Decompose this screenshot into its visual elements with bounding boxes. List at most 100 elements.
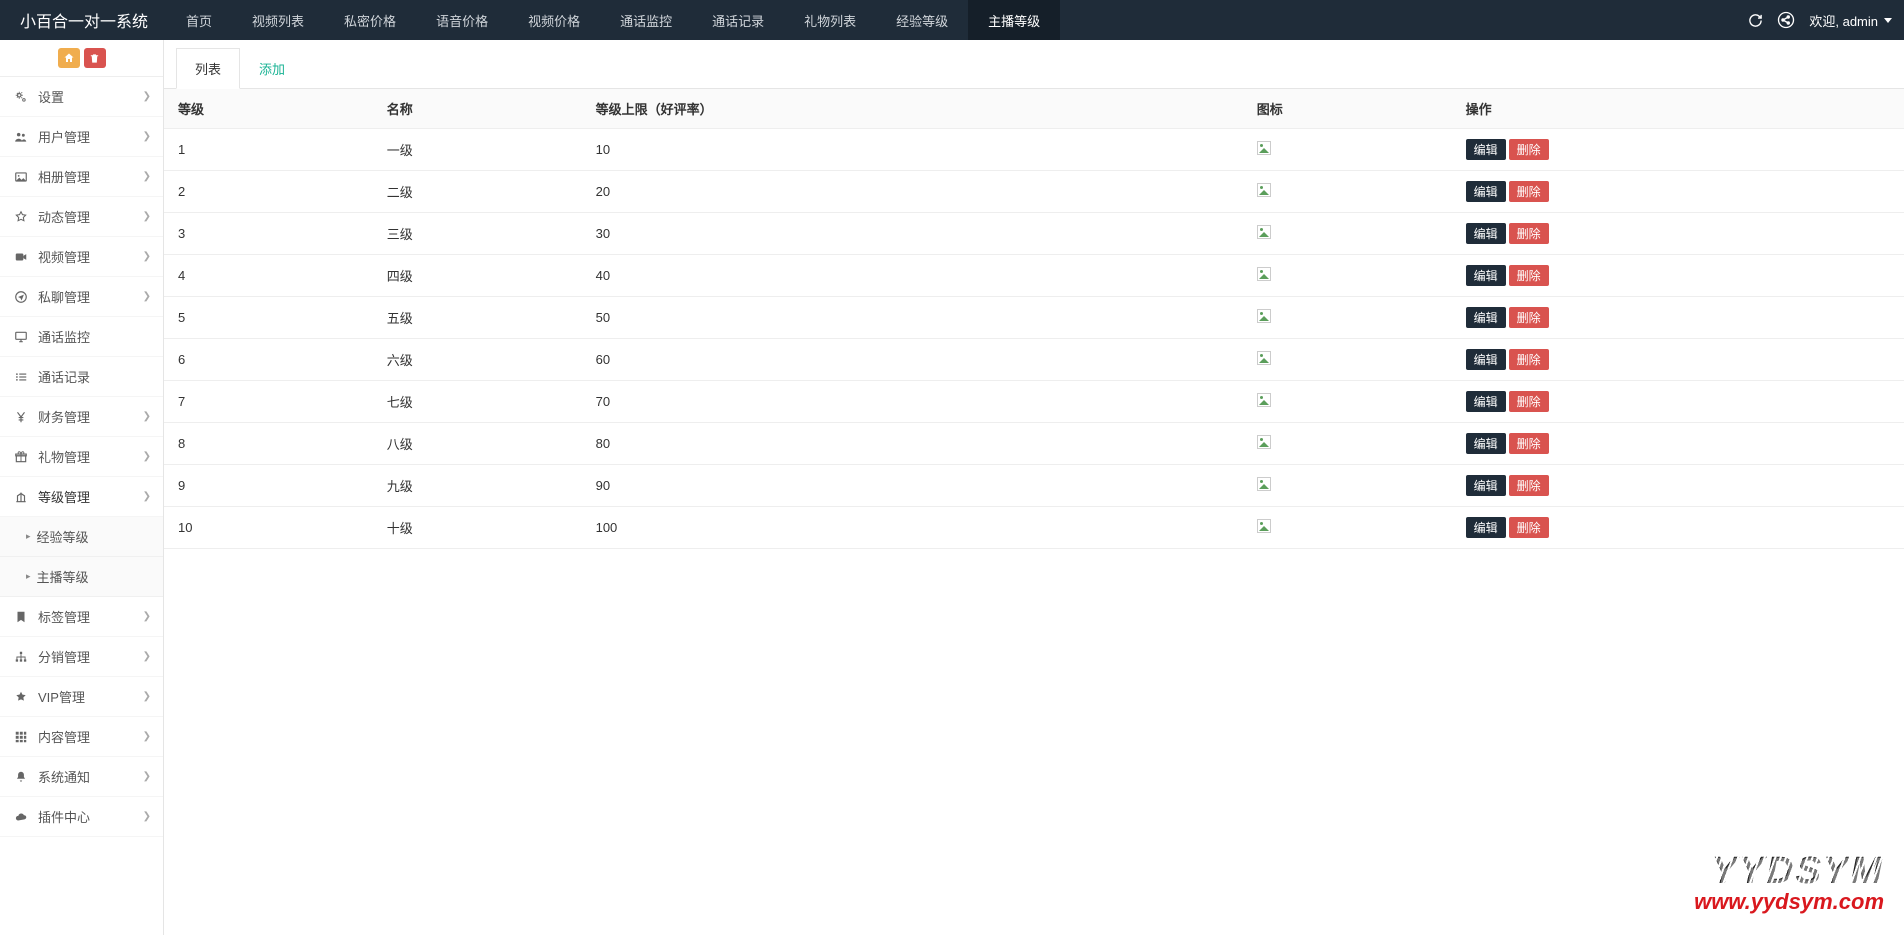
navbar-right: 欢迎, admin: [1748, 11, 1892, 30]
cell-icon: [1243, 171, 1452, 213]
cell-name: 六级: [373, 339, 582, 381]
table-row: 5五级50编辑删除: [164, 297, 1904, 339]
topnav-item-9[interactable]: 主播等级: [968, 0, 1060, 40]
sidebar-item-12[interactable]: 分销管理❯: [0, 637, 163, 677]
sidebar-sub-item-0[interactable]: ▸经验等级: [0, 517, 163, 557]
broken-image-icon: [1257, 225, 1271, 239]
sitemap-icon: [12, 650, 30, 664]
home-button[interactable]: [58, 48, 80, 68]
sidebar: 设置❯用户管理❯相册管理❯动态管理❯视频管理❯私聊管理❯通话监控通话记录财务管理…: [0, 40, 164, 935]
sidebar-item-4[interactable]: 视频管理❯: [0, 237, 163, 277]
cell-name: 九级: [373, 465, 582, 507]
cell-upper: 70: [582, 381, 1243, 423]
sidebar-sub-item-1[interactable]: ▸主播等级: [0, 557, 163, 597]
cell-level: 4: [164, 255, 373, 297]
chevron-right-icon: ❯: [143, 91, 151, 102]
sidebar-item-11[interactable]: 标签管理❯: [0, 597, 163, 637]
cell-icon: [1243, 381, 1452, 423]
edit-button[interactable]: 编辑: [1466, 307, 1506, 328]
sidebar-item-0[interactable]: 设置❯: [0, 77, 163, 117]
delete-button[interactable]: 删除: [1509, 181, 1549, 202]
sidebar-item-9[interactable]: 礼物管理❯: [0, 437, 163, 477]
edit-button[interactable]: 编辑: [1466, 433, 1506, 454]
cell-upper: 60: [582, 339, 1243, 381]
cell-icon: [1243, 507, 1452, 549]
delete-button[interactable]: 删除: [1509, 307, 1549, 328]
delete-button[interactable]: 删除: [1509, 517, 1549, 538]
chevron-right-icon: ❯: [143, 491, 151, 502]
cell-level: 8: [164, 423, 373, 465]
caret-down-icon: [1884, 18, 1892, 23]
th-upper: 等级上限（好评率）: [582, 89, 1243, 129]
edit-button[interactable]: 编辑: [1466, 349, 1506, 370]
sidebar-item-6[interactable]: 通话监控: [0, 317, 163, 357]
yen-icon: [12, 410, 30, 424]
share-icon[interactable]: [1777, 11, 1795, 29]
chevron-right-icon: ❯: [143, 251, 151, 262]
sidebar-item-10[interactable]: 等级管理❯: [0, 477, 163, 517]
cell-ops: 编辑删除: [1452, 171, 1904, 213]
chevron-right-icon: ❯: [143, 291, 151, 302]
user-menu[interactable]: 欢迎, admin: [1809, 11, 1892, 30]
edit-button[interactable]: 编辑: [1466, 265, 1506, 286]
sidebar-item-16[interactable]: 插件中心❯: [0, 797, 163, 837]
edit-button[interactable]: 编辑: [1466, 139, 1506, 160]
chevron-right-icon: ❯: [143, 651, 151, 662]
topnav-item-5[interactable]: 通话监控: [600, 0, 692, 40]
sidebar-item-3[interactable]: 动态管理❯: [0, 197, 163, 237]
delete-button[interactable]: 删除: [1509, 475, 1549, 496]
bell-icon: [12, 770, 30, 784]
sidebar-item-13[interactable]: VIP管理❯: [0, 677, 163, 717]
chevron-right-icon: ❯: [143, 131, 151, 142]
trash-button[interactable]: [84, 48, 106, 68]
topnav-item-2[interactable]: 私密价格: [324, 0, 416, 40]
sidebar-item-7[interactable]: 通话记录: [0, 357, 163, 397]
cell-upper: 30: [582, 213, 1243, 255]
topnav-item-8[interactable]: 经验等级: [876, 0, 968, 40]
cell-level: 9: [164, 465, 373, 507]
cell-level: 10: [164, 507, 373, 549]
caret-right-icon: ▸: [26, 531, 31, 542]
delete-button[interactable]: 删除: [1509, 139, 1549, 160]
refresh-icon[interactable]: [1748, 13, 1763, 28]
sidebar-item-label: 等级管理: [38, 487, 143, 506]
topnav-item-3[interactable]: 语音价格: [416, 0, 508, 40]
sidebar-item-label: 内容管理: [38, 727, 143, 746]
table-row: 7七级70编辑删除: [164, 381, 1904, 423]
broken-image-icon: [1257, 435, 1271, 449]
topnav-item-6[interactable]: 通话记录: [692, 0, 784, 40]
cell-icon: [1243, 255, 1452, 297]
topnav-item-4[interactable]: 视频价格: [508, 0, 600, 40]
sidebar-item-8[interactable]: 财务管理❯: [0, 397, 163, 437]
delete-button[interactable]: 删除: [1509, 391, 1549, 412]
edit-button[interactable]: 编辑: [1466, 475, 1506, 496]
cell-ops: 编辑删除: [1452, 465, 1904, 507]
delete-button[interactable]: 删除: [1509, 433, 1549, 454]
edit-button[interactable]: 编辑: [1466, 517, 1506, 538]
sidebar-item-1[interactable]: 用户管理❯: [0, 117, 163, 157]
delete-button[interactable]: 删除: [1509, 223, 1549, 244]
delete-button[interactable]: 删除: [1509, 265, 1549, 286]
sidebar-item-label: 通话记录: [38, 367, 151, 386]
sidebar-item-label: 标签管理: [38, 607, 143, 626]
sidebar-top-buttons: [0, 40, 163, 77]
th-name: 名称: [373, 89, 582, 129]
tab-list[interactable]: 列表: [176, 48, 240, 89]
sidebar-item-14[interactable]: 内容管理❯: [0, 717, 163, 757]
sidebar-item-2[interactable]: 相册管理❯: [0, 157, 163, 197]
chevron-right-icon: ❯: [143, 731, 151, 742]
sidebar-item-15[interactable]: 系统通知❯: [0, 757, 163, 797]
edit-button[interactable]: 编辑: [1466, 391, 1506, 412]
topnav-item-0[interactable]: 首页: [166, 0, 232, 40]
sidebar-item-label: 视频管理: [38, 247, 143, 266]
cell-level: 5: [164, 297, 373, 339]
sidebar-item-5[interactable]: 私聊管理❯: [0, 277, 163, 317]
delete-button[interactable]: 删除: [1509, 349, 1549, 370]
edit-button[interactable]: 编辑: [1466, 181, 1506, 202]
topnav-item-1[interactable]: 视频列表: [232, 0, 324, 40]
topnav-item-7[interactable]: 礼物列表: [784, 0, 876, 40]
top-nav: 首页视频列表私密价格语音价格视频价格通话监控通话记录礼物列表经验等级主播等级: [166, 0, 1060, 40]
cell-level: 6: [164, 339, 373, 381]
edit-button[interactable]: 编辑: [1466, 223, 1506, 244]
tab-add[interactable]: 添加: [240, 48, 304, 89]
